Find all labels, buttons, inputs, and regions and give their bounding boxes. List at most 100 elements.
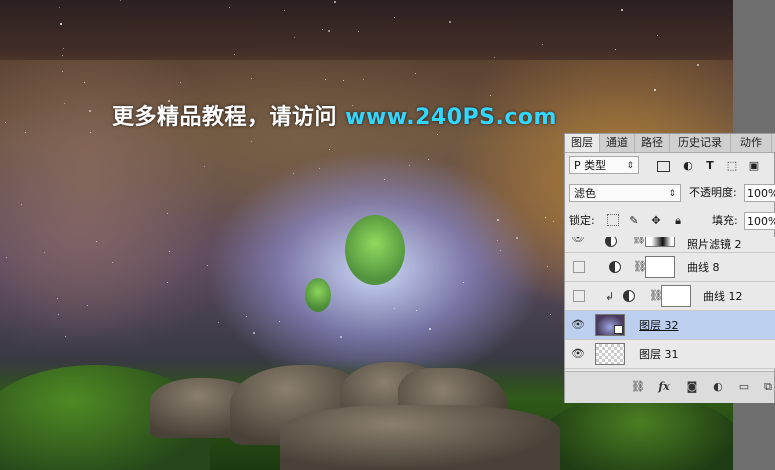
star bbox=[65, 336, 66, 337]
star bbox=[697, 64, 699, 66]
opacity-input[interactable]: 100% bbox=[744, 184, 775, 202]
layer-row[interactable]: ↲ ⛓︎ 曲线 12 bbox=[565, 282, 775, 311]
star bbox=[234, 54, 235, 55]
tree-canopy-small bbox=[305, 278, 331, 312]
star bbox=[57, 298, 58, 299]
tab-actions[interactable]: 动作 bbox=[731, 134, 772, 152]
adjustment-filter-icon[interactable]: ◐ bbox=[681, 159, 695, 173]
star bbox=[340, 336, 342, 338]
star bbox=[251, 78, 252, 79]
new-layer-icon[interactable]: ⧉ bbox=[761, 380, 775, 394]
star bbox=[363, 79, 364, 80]
visibility-toggle[interactable] bbox=[573, 261, 585, 273]
star bbox=[657, 35, 658, 36]
layer-name: 图层 32 bbox=[639, 319, 679, 332]
curves-adjustment-icon bbox=[609, 261, 621, 273]
lock-all-icon[interactable]: 🔒︎ bbox=[671, 214, 685, 228]
layer-row[interactable]: ⛓︎ 曲线 8 bbox=[565, 253, 775, 282]
type-filter-icon[interactable]: T bbox=[703, 159, 717, 173]
layer-row[interactable]: 👁︎ ⛓︎ 照片滤镜 2 bbox=[565, 237, 775, 253]
star bbox=[59, 7, 60, 8]
star bbox=[60, 23, 62, 25]
panel-tab-bar: 图层 通道 路径 历史记录 动作 bbox=[565, 134, 775, 153]
star bbox=[322, 29, 323, 30]
layer-row[interactable]: 👁︎ 图层 31 bbox=[565, 340, 775, 369]
star bbox=[167, 282, 168, 283]
star bbox=[497, 219, 499, 221]
adjustment-icon[interactable]: ◐ bbox=[711, 380, 725, 394]
star bbox=[87, 305, 88, 306]
link-icon: ⛓︎ bbox=[632, 237, 646, 245]
star bbox=[44, 252, 45, 253]
star bbox=[449, 21, 451, 23]
tab-history[interactable]: 历史记录 bbox=[670, 134, 731, 152]
star bbox=[120, 0, 121, 1]
eye-icon[interactable]: 👁︎ bbox=[571, 318, 585, 332]
layer-name: 曲线 8 bbox=[687, 261, 720, 274]
tab-paths[interactable]: 路径 bbox=[635, 134, 670, 152]
smart-object-thumbnail bbox=[595, 314, 625, 336]
star bbox=[500, 250, 501, 251]
boulder bbox=[280, 405, 560, 470]
image-filter-icon[interactable] bbox=[657, 161, 670, 172]
star bbox=[545, 217, 546, 218]
clipping-arrow-icon: ↲ bbox=[605, 290, 615, 303]
star bbox=[550, 314, 551, 315]
cave-ceiling-top bbox=[0, 0, 733, 60]
filter-kind-select[interactable]: P 类型 ⇕ bbox=[569, 156, 639, 174]
mask-icon[interactable]: ◙ bbox=[685, 380, 699, 394]
star bbox=[229, 7, 230, 8]
filter-kind-value: P 类型 bbox=[574, 159, 607, 172]
star bbox=[325, 79, 326, 80]
blend-mode-select[interactable]: 滤色 ⇕ bbox=[569, 184, 681, 202]
star bbox=[84, 82, 85, 83]
star bbox=[253, 332, 255, 334]
panel-footer: ⛓︎ fx ◙ ◐ ▭ ⧉ bbox=[565, 371, 774, 403]
shape-filter-icon[interactable]: ⬚ bbox=[725, 159, 739, 173]
star bbox=[437, 134, 438, 135]
eye-icon[interactable]: 👁︎ bbox=[571, 347, 585, 361]
lock-position-icon[interactable]: ✥ bbox=[649, 214, 663, 228]
star bbox=[343, 80, 344, 81]
layer-thumbnail bbox=[595, 343, 625, 365]
tab-layers[interactable]: 图层 bbox=[565, 134, 600, 152]
group-icon[interactable]: ▭ bbox=[737, 380, 751, 394]
fx-icon[interactable]: fx bbox=[657, 380, 671, 394]
star bbox=[415, 73, 416, 74]
visibility-toggle[interactable] bbox=[573, 290, 585, 302]
star bbox=[416, 310, 417, 311]
star bbox=[615, 49, 616, 50]
adjustment-thumbnail-icon bbox=[605, 237, 617, 247]
star bbox=[21, 204, 22, 205]
star bbox=[553, 221, 554, 222]
star bbox=[497, 240, 498, 241]
fill-label: 填充: bbox=[712, 214, 738, 227]
tab-channels[interactable]: 通道 bbox=[600, 134, 635, 152]
star bbox=[5, 122, 6, 123]
star bbox=[207, 265, 208, 266]
chevron-updown-icon: ⇕ bbox=[626, 161, 634, 171]
star bbox=[654, 89, 656, 91]
layer-row-selected[interactable]: 👁︎ 图层 32 bbox=[565, 311, 775, 340]
star bbox=[62, 55, 63, 56]
star bbox=[279, 321, 280, 322]
star bbox=[384, 179, 385, 180]
link-icon[interactable]: ⛓︎ bbox=[631, 380, 645, 394]
lock-label: 锁定: bbox=[569, 214, 595, 227]
opacity-label: 不透明度: bbox=[689, 186, 737, 199]
star bbox=[409, 165, 410, 166]
eye-icon[interactable]: 👁︎ bbox=[571, 237, 585, 245]
lock-paint-icon[interactable]: ✎ bbox=[627, 214, 641, 228]
smart-object-filter-icon[interactable]: ▣ bbox=[747, 159, 761, 173]
blend-mode-value: 滤色 bbox=[574, 187, 596, 200]
layers-panel: 图层 通道 路径 历史记录 动作 P 类型 ⇕ ◐ T ⬚ ▣ 滤色 ⇕ 不透明… bbox=[564, 133, 775, 403]
lock-transparent-icon[interactable] bbox=[607, 214, 619, 226]
layer-name: 曲线 12 bbox=[703, 290, 743, 303]
star bbox=[429, 328, 431, 330]
fill-input[interactable]: 100% bbox=[744, 212, 775, 230]
star bbox=[25, 132, 26, 133]
star bbox=[167, 213, 168, 214]
star bbox=[284, 10, 285, 11]
star bbox=[319, 168, 320, 169]
star bbox=[358, 31, 359, 32]
